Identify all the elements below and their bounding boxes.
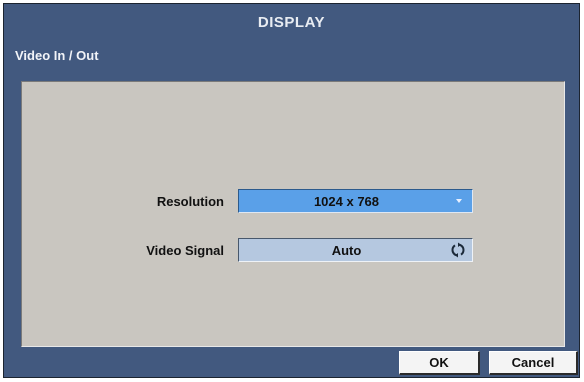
video-signal-value: Auto [331,243,362,258]
ok-button[interactable]: OK [399,351,480,375]
section-label: Video In / Out [15,48,99,63]
cancel-button[interactable]: Cancel [489,351,578,375]
cycle-icon[interactable] [450,242,466,258]
dialog-title: DISPLAY [257,14,326,31]
display-dialog: DISPLAY Video In / Out Resolution 1024 x… [3,3,580,378]
resolution-label: Resolution [156,194,224,209]
video-signal-label: Video Signal [146,243,224,258]
settings-panel: Resolution 1024 x 768 Video Signal Auto [21,81,565,347]
resolution-dropdown[interactable]: 1024 x 768 [238,189,473,213]
resolution-value: 1024 x 768 [313,194,380,209]
video-signal-selector[interactable]: Auto [238,238,473,262]
chevron-down-icon [456,199,462,203]
